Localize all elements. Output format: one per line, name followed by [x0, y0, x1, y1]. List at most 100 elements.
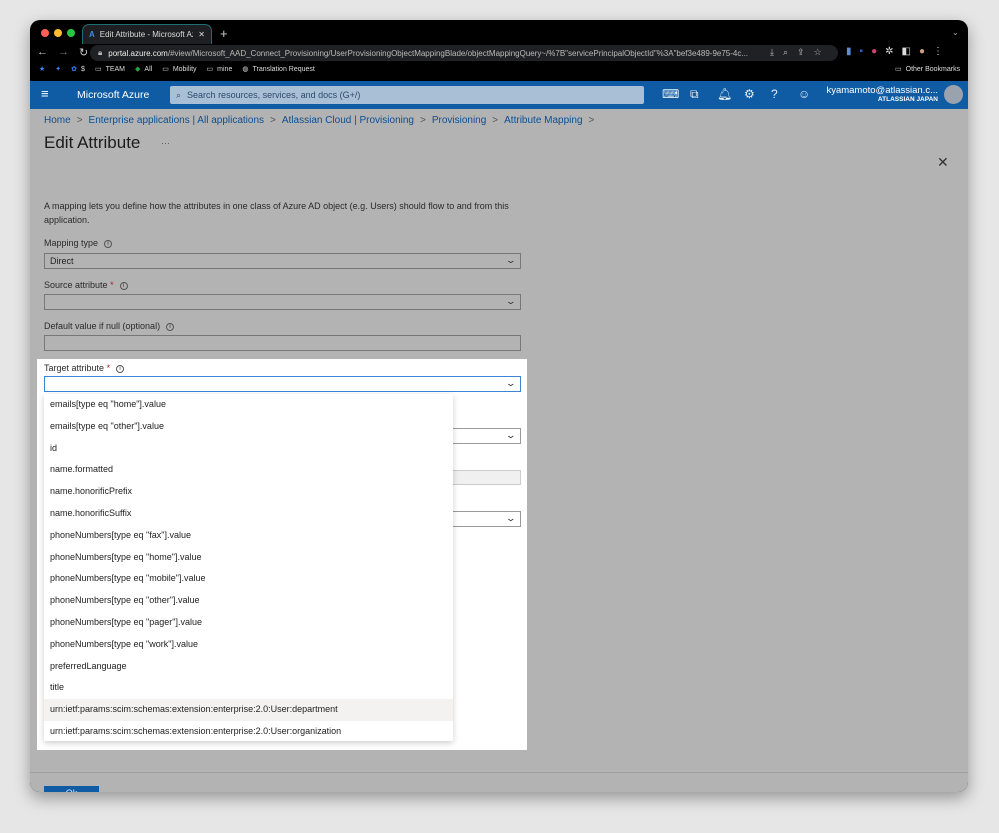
back-icon[interactable]: ← — [37, 46, 48, 59]
tab-list-chevron-icon[interactable]: ⌄ — [952, 28, 959, 37]
source-attribute-label: Source attribute * i — [44, 280, 128, 290]
bookmark-all[interactable]: All — [144, 66, 152, 73]
extension-icon[interactable]: ▮ — [846, 46, 852, 57]
address-bar[interactable]: 🔒︎ portal.azure.com/#view/Microsoft_AAD_… — [90, 45, 838, 61]
info-icon[interactable]: i — [119, 281, 128, 290]
info-icon[interactable]: i — [116, 364, 125, 373]
share-icon[interactable]: ⇪ — [797, 47, 805, 58]
dropdown-option[interactable]: urn:ietf:params:scim:schemas:extension:e… — [44, 721, 453, 743]
hamburger-menu-icon[interactable]: ≡ — [41, 86, 49, 101]
breadcrumb-atlassian-cloud[interactable]: Atlassian Cloud | Provisioning — [282, 115, 414, 126]
ok-button[interactable]: Ok — [44, 786, 99, 792]
forward-icon[interactable]: → — [58, 46, 69, 59]
browser-window: A Edit Attribute - Microsoft Azure ✕ + ⌄… — [30, 20, 968, 792]
extension-icon[interactable]: ▪ — [860, 46, 864, 57]
dropdown-option[interactable]: phoneNumbers[type eq "home"].value — [44, 547, 453, 569]
brand-label[interactable]: Microsoft Azure — [77, 89, 149, 101]
dropdown-option[interactable]: preferredLanguage — [44, 656, 453, 678]
description: A mapping lets you define how the attrib… — [44, 201, 509, 225]
hidden-input[interactable] — [453, 470, 521, 485]
close-tab-icon[interactable]: ✕ — [198, 30, 205, 39]
profile-avatar[interactable]: ● — [919, 46, 925, 57]
hidden-select[interactable]: ⌄ — [453, 511, 521, 527]
other-bookmarks[interactable]: ▭ Other Bookmarks — [895, 65, 960, 74]
settings-gear-icon[interactable]: ⚙ — [744, 87, 755, 101]
dropdown-option[interactable]: emails[type eq "other"].value — [44, 416, 453, 438]
chevron-down-icon: ⌄ — [505, 296, 517, 306]
minimize-window-button[interactable] — [54, 29, 62, 37]
lock-icon: 🔒︎ — [98, 48, 103, 57]
close-window-button[interactable] — [41, 29, 49, 37]
maximize-window-button[interactable] — [67, 29, 75, 37]
folder-icon: ▭ — [94, 66, 102, 73]
bookmark-star-icon[interactable]: ★ — [39, 65, 45, 73]
account-info[interactable]: kyamamoto@atlassian.c... ATLASSIAN JAPAN — [826, 85, 938, 103]
mapping-type-label: Mapping type i — [44, 238, 113, 248]
install-icon[interactable]: ⤓ — [770, 47, 774, 58]
bookmark-mine[interactable]: mine — [217, 66, 232, 73]
dropdown-option[interactable]: urn:ietf:params:scim:schemas:extension:e… — [44, 699, 453, 721]
breadcrumb-provisioning[interactable]: Provisioning — [432, 115, 486, 126]
browser-tab[interactable]: A Edit Attribute - Microsoft Azure ✕ — [82, 24, 212, 44]
zoom-icon[interactable]: ⌕ — [783, 47, 788, 58]
bookmark-mobility[interactable]: Mobility — [173, 66, 197, 73]
breadcrumb-home[interactable]: Home — [44, 115, 71, 126]
chevron-down-icon: ⌄ — [505, 430, 517, 440]
breadcrumb-attribute-mapping[interactable]: Attribute Mapping — [504, 115, 582, 126]
chevron-down-icon: ⌄ — [505, 378, 517, 388]
source-attribute-select[interactable]: ⌄ — [44, 294, 521, 310]
extensions-puzzle-icon[interactable]: ✲ — [885, 46, 893, 57]
dropdown-option[interactable]: phoneNumbers[type eq "fax"].value — [44, 525, 453, 547]
dropdown-option[interactable]: name.honorificSuffix — [44, 503, 453, 525]
dropdown-option[interactable]: phoneNumbers[type eq "other"].value — [44, 590, 453, 612]
extension-icon[interactable]: ● — [871, 46, 877, 57]
target-attribute-dropdown: emails[type eq "home"].value emails[type … — [44, 394, 453, 741]
chevron-down-icon: ⌄ — [505, 513, 517, 523]
bookmark-translation-request[interactable]: Translation Request — [252, 66, 314, 73]
dropdown-option[interactable]: phoneNumbers[type eq "pager"].value — [44, 612, 453, 634]
reload-icon[interactable]: ↻ — [79, 46, 88, 59]
dropdown-option[interactable]: id — [44, 438, 453, 460]
breadcrumb-enterprise-applications[interactable]: Enterprise applications | All applicatio… — [89, 115, 264, 126]
star-icon[interactable]: ☆ — [814, 47, 822, 58]
new-tab-button[interactable]: + — [220, 26, 228, 41]
bookmark-dollar[interactable]: $ — [81, 66, 85, 73]
global-search-input[interactable]: ⌕ Search resources, services, and docs (… — [170, 86, 644, 104]
dropdown-option[interactable]: name.honorificPrefix — [44, 481, 453, 503]
default-value-input[interactable] — [44, 335, 521, 351]
notifications-bell-icon[interactable]: 🔔︎ — [717, 87, 732, 101]
dropdown-option[interactable]: emails[type eq "home"].value — [44, 394, 453, 416]
folder-icon: ▭ — [162, 66, 169, 73]
globe-icon: ◍ — [242, 66, 249, 73]
target-attribute-label: Target attribute * i — [44, 363, 125, 373]
help-icon[interactable]: ? — [771, 87, 778, 101]
default-value-label: Default value if null (optional) i — [44, 321, 175, 331]
footer-divider — [30, 772, 968, 773]
bookmark-gear-icon[interactable]: ✿ — [71, 65, 77, 73]
search-icon: ⌕ — [176, 89, 182, 100]
menu-icon[interactable]: ⋮ — [933, 46, 943, 57]
feedback-icon[interactable]: ☺ — [798, 87, 810, 101]
dropdown-option[interactable]: name.formatted — [44, 459, 453, 481]
bookmark-puzzle-icon[interactable]: ✦ — [55, 65, 61, 73]
azure-header: ≡ Microsoft Azure ⌕ Search resources, se… — [30, 81, 968, 109]
dropdown-option[interactable]: phoneNumbers[type eq "mobile"].value — [44, 568, 453, 590]
directory-filter-icon[interactable]: ⧉ — [690, 87, 699, 102]
info-icon[interactable]: i — [104, 239, 113, 248]
user-avatar[interactable] — [944, 85, 963, 104]
hidden-select[interactable]: ⌄ — [453, 428, 521, 444]
folder-icon: ▭ — [206, 66, 214, 73]
more-options-button[interactable]: ··· — [161, 138, 170, 148]
mapping-type-select[interactable]: Direct ⌄ — [44, 253, 521, 269]
close-blade-icon[interactable]: ✕ — [937, 154, 949, 171]
folder-icon: ▭ — [895, 66, 902, 73]
chevron-down-icon: ⌄ — [505, 255, 517, 265]
info-icon[interactable]: i — [166, 322, 175, 331]
bookmark-team[interactable]: TEAM — [106, 66, 125, 73]
dropdown-option[interactable]: title — [44, 677, 453, 699]
target-attribute-select[interactable]: ⌄ — [44, 376, 521, 392]
dropdown-option[interactable]: phoneNumbers[type eq "work"].value — [44, 634, 453, 656]
edit-attribute-blade: Home > Enterprise applications | All appl… — [30, 109, 968, 792]
cloud-shell-icon[interactable]: ⌨ — [662, 87, 679, 101]
sidepanel-icon[interactable]: ◧ — [902, 46, 911, 57]
